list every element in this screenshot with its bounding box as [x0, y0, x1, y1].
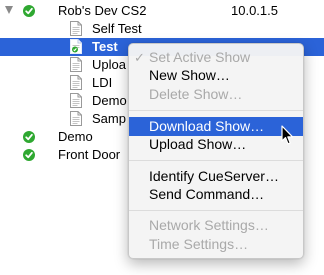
- mouse-pointer-icon: [281, 125, 295, 146]
- menu-item-label: Network Settings…: [149, 217, 269, 233]
- menu-item-time-settings: Time Settings…: [129, 235, 303, 254]
- active-document-icon: [70, 39, 82, 54]
- checkmark-icon: ✓: [134, 50, 145, 65]
- menu-item-upload-show[interactable]: Upload Show…: [129, 135, 303, 154]
- device-name: Demo: [58, 129, 93, 144]
- menu-item-network-settings: Network Settings…: [129, 216, 303, 235]
- menu-item-label: Download Show…: [149, 118, 265, 134]
- show-name: Samp: [92, 111, 126, 126]
- device-name: Rob's Dev CS2: [58, 3, 147, 18]
- menu-item-label: Upload Show…: [149, 136, 247, 152]
- menu-item-label: Set Active Show: [149, 49, 251, 65]
- document-icon: [70, 111, 82, 126]
- show-name: Uploa: [92, 57, 126, 72]
- menu-item-label: Delete Show…: [149, 86, 243, 102]
- context-menu: ✓ Set Active Show New Show… Delete Show……: [128, 43, 304, 259]
- check-circle-icon: [23, 149, 35, 161]
- show-name: Self Test: [92, 21, 142, 36]
- tree-row-device-robs-dev-cs2[interactable]: Rob's Dev CS2 10.0.1.5: [0, 2, 324, 20]
- document-icon: [70, 21, 82, 36]
- menu-separator: [129, 160, 303, 161]
- document-icon: [70, 57, 82, 72]
- menu-separator: [129, 210, 303, 211]
- menu-separator: [129, 110, 303, 111]
- tree-row-show[interactable]: Self Test: [0, 20, 324, 38]
- menu-item-set-active-show: ✓ Set Active Show: [129, 48, 303, 67]
- menu-item-identify-cueserver[interactable]: Identify CueServer…: [129, 167, 303, 186]
- device-name: Front Door: [58, 147, 121, 162]
- document-icon: [70, 93, 82, 108]
- show-name: Test: [92, 39, 118, 54]
- show-name: Demo: [92, 93, 127, 108]
- disclosure-triangle-icon[interactable]: [5, 6, 13, 14]
- menu-item-label: Send Command…: [149, 186, 265, 202]
- device-ip-address: 10.0.1.5: [231, 3, 278, 18]
- check-circle-icon: [23, 131, 35, 143]
- menu-item-download-show[interactable]: Download Show…: [129, 117, 303, 136]
- document-icon: [70, 75, 82, 90]
- menu-item-new-show[interactable]: New Show…: [129, 66, 303, 85]
- menu-item-label: Time Settings…: [149, 236, 249, 252]
- menu-item-label: Identify CueServer…: [149, 168, 279, 184]
- show-name: LDI: [92, 75, 113, 90]
- menu-item-delete-show: Delete Show…: [129, 85, 303, 104]
- menu-item-label: New Show…: [149, 67, 230, 83]
- menu-item-send-command[interactable]: Send Command…: [129, 185, 303, 204]
- check-circle-icon: [23, 5, 35, 17]
